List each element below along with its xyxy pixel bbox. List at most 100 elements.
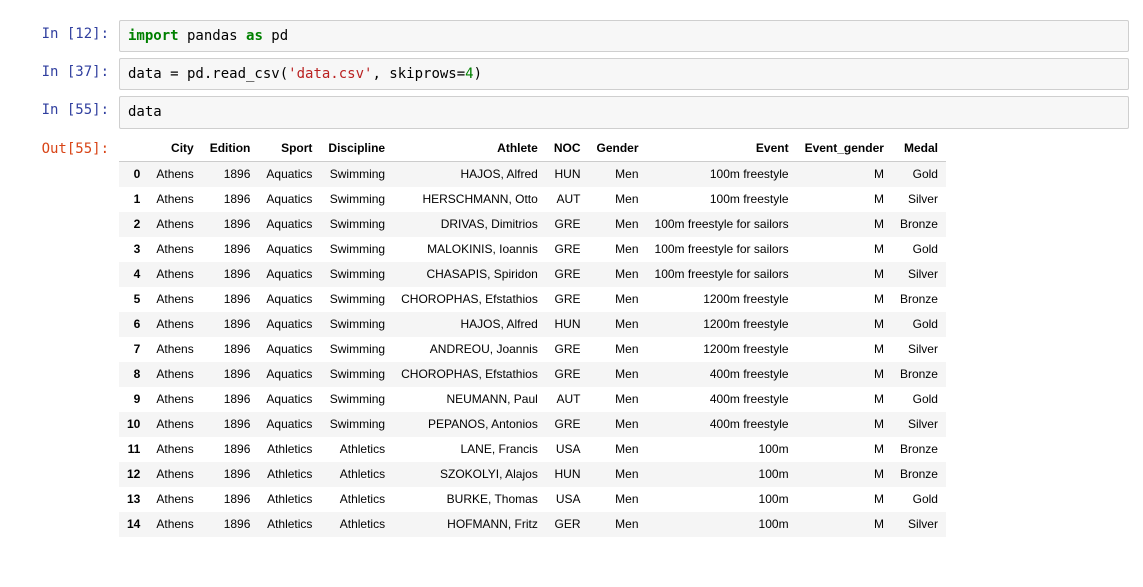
table-row: 3Athens1896AquaticsSwimmingMALOKINIS, Io… — [119, 237, 946, 262]
column-header: Medal — [892, 135, 946, 162]
table-cell: Aquatics — [258, 212, 320, 237]
table-cell: Men — [589, 161, 647, 187]
table-cell: Silver — [892, 412, 946, 437]
table-cell: 1896 — [202, 212, 259, 237]
table-cell: Athens — [148, 337, 201, 362]
table-row: 13Athens1896AthleticsAthleticsBURKE, Tho… — [119, 487, 946, 512]
code-input[interactable]: data = pd.read_csv('data.csv', skiprows=… — [119, 58, 1129, 90]
table-cell: M — [797, 237, 892, 262]
row-index: 12 — [119, 462, 148, 487]
table-cell: Athletics — [320, 487, 393, 512]
column-header: Edition — [202, 135, 259, 162]
table-cell: HUN — [546, 462, 589, 487]
table-cell: Men — [589, 262, 647, 287]
input-prompt: In [12]: — [14, 20, 119, 48]
table-cell: CHOROPHAS, Efstathios — [393, 362, 546, 387]
table-cell: Silver — [892, 187, 946, 212]
column-header: Sport — [258, 135, 320, 162]
table-cell: 100m — [647, 512, 797, 537]
table-cell: 100m — [647, 487, 797, 512]
table-cell: Athens — [148, 262, 201, 287]
table-cell: Athens — [148, 287, 201, 312]
table-cell: M — [797, 287, 892, 312]
table-cell: USA — [546, 487, 589, 512]
row-index: 7 — [119, 337, 148, 362]
table-row: 11Athens1896AthleticsAthleticsLANE, Fran… — [119, 437, 946, 462]
table-row: 2Athens1896AquaticsSwimmingDRIVAS, Dimit… — [119, 212, 946, 237]
table-cell: 1200m freestyle — [647, 312, 797, 337]
column-header: Discipline — [320, 135, 393, 162]
row-index: 9 — [119, 387, 148, 412]
table-cell: ANDREOU, Joannis — [393, 337, 546, 362]
table-cell: Men — [589, 337, 647, 362]
table-cell: 100m freestyle — [647, 187, 797, 212]
table-cell: M — [797, 187, 892, 212]
row-index: 5 — [119, 287, 148, 312]
table-cell: HUN — [546, 312, 589, 337]
table-cell: Athens — [148, 437, 201, 462]
table-cell: Bronze — [892, 362, 946, 387]
table-cell: M — [797, 487, 892, 512]
table-cell: M — [797, 262, 892, 287]
table-cell: HAJOS, Alfred — [393, 161, 546, 187]
table-cell: Aquatics — [258, 362, 320, 387]
table-cell: Athens — [148, 212, 201, 237]
table-cell: GER — [546, 512, 589, 537]
table-cell: Swimming — [320, 312, 393, 337]
table-cell: Athletics — [258, 512, 320, 537]
table-cell: 1896 — [202, 337, 259, 362]
table-cell: M — [797, 437, 892, 462]
table-cell: 400m freestyle — [647, 412, 797, 437]
table-cell: Swimming — [320, 387, 393, 412]
table-cell: Men — [589, 187, 647, 212]
table-cell: Swimming — [320, 337, 393, 362]
table-cell: 1896 — [202, 187, 259, 212]
code-input[interactable]: import pandas as pd — [119, 20, 1129, 52]
table-cell: Men — [589, 362, 647, 387]
table-cell: GRE — [546, 262, 589, 287]
table-cell: AUT — [546, 387, 589, 412]
row-index: 14 — [119, 512, 148, 537]
table-cell: 1896 — [202, 387, 259, 412]
table-cell: Athletics — [320, 512, 393, 537]
table-cell: Swimming — [320, 237, 393, 262]
table-cell: Silver — [892, 262, 946, 287]
table-cell: 100m freestyle for sailors — [647, 237, 797, 262]
table-cell: Men — [589, 287, 647, 312]
table-cell: MALOKINIS, Ioannis — [393, 237, 546, 262]
table-cell: Men — [589, 412, 647, 437]
code-input[interactable]: data — [119, 96, 1129, 128]
table-cell: Athens — [148, 387, 201, 412]
table-cell: M — [797, 312, 892, 337]
table-cell: Swimming — [320, 362, 393, 387]
row-index: 13 — [119, 487, 148, 512]
table-cell: Gold — [892, 387, 946, 412]
row-index: 8 — [119, 362, 148, 387]
table-cell: 1200m freestyle — [647, 337, 797, 362]
column-header: Gender — [589, 135, 647, 162]
table-cell: NEUMANN, Paul — [393, 387, 546, 412]
row-index: 2 — [119, 212, 148, 237]
table-cell: 400m freestyle — [647, 362, 797, 387]
table-row: 8Athens1896AquaticsSwimmingCHOROPHAS, Ef… — [119, 362, 946, 387]
table-cell: SZOKOLYI, Alajos — [393, 462, 546, 487]
table-cell: M — [797, 512, 892, 537]
table-cell: Silver — [892, 512, 946, 537]
table-cell: Aquatics — [258, 412, 320, 437]
table-cell: Swimming — [320, 161, 393, 187]
table-cell: GRE — [546, 287, 589, 312]
table-cell: HERSCHMANN, Otto — [393, 187, 546, 212]
table-cell: CHASAPIS, Spiridon — [393, 262, 546, 287]
table-cell: 1896 — [202, 262, 259, 287]
table-cell: 1896 — [202, 161, 259, 187]
table-cell: 1896 — [202, 437, 259, 462]
table-cell: M — [797, 212, 892, 237]
table-cell: Aquatics — [258, 161, 320, 187]
table-cell: 1896 — [202, 462, 259, 487]
table-cell: M — [797, 161, 892, 187]
row-index: 6 — [119, 312, 148, 337]
row-index: 3 — [119, 237, 148, 262]
table-row: 7Athens1896AquaticsSwimmingANDREOU, Joan… — [119, 337, 946, 362]
table-cell: Bronze — [892, 287, 946, 312]
table-cell: 1896 — [202, 487, 259, 512]
